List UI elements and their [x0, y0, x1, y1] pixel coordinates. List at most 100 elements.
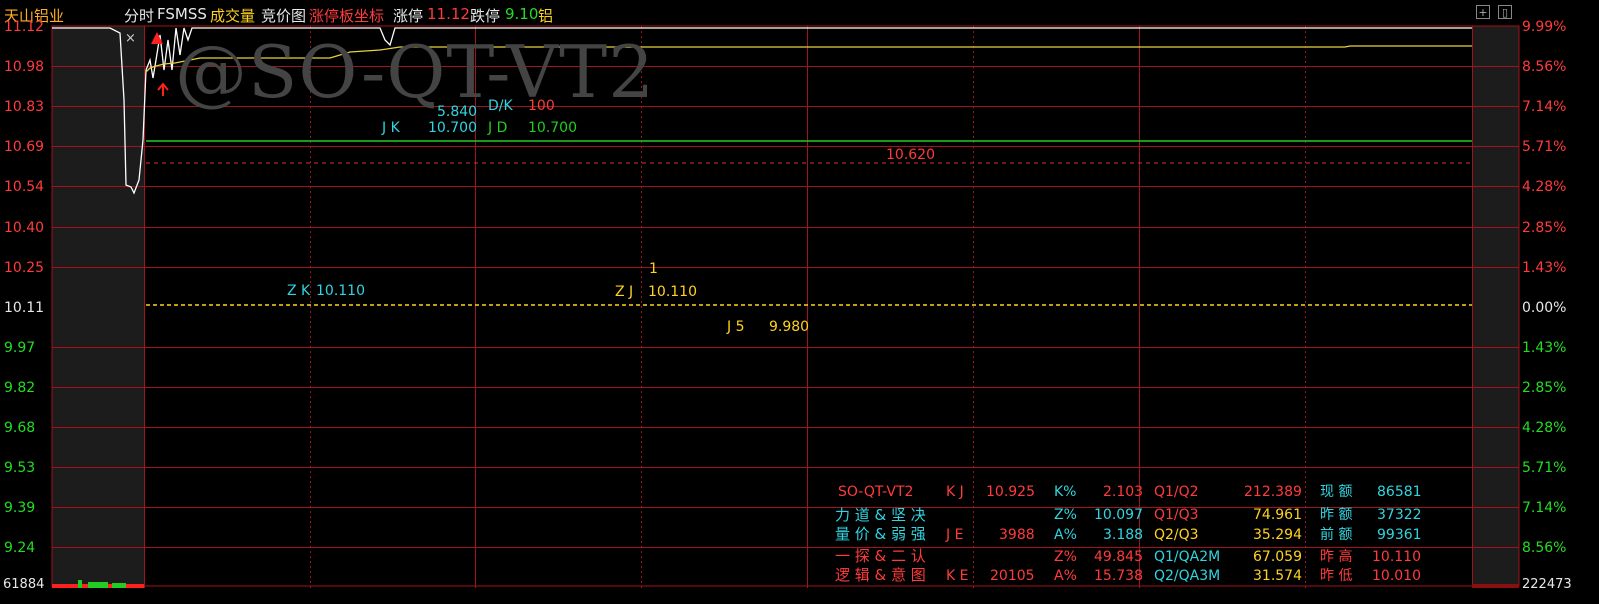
panel-kpct-label: K% — [1054, 484, 1077, 500]
panel-apct-value: 3.188 — [1103, 527, 1144, 543]
panel-q2qa3m-label: Q2/QA3M — [1154, 568, 1221, 584]
limit-down-value: 9.10 — [505, 5, 539, 23]
layout-icon[interactable]: ▯ — [1498, 5, 1512, 19]
price-axis-label: 9.39 — [4, 500, 36, 517]
zj-value: 10.110 — [648, 284, 697, 300]
tab-fsmss[interactable]: FSMSS — [157, 5, 207, 23]
panel-je-label: J E — [946, 527, 964, 543]
jk-value: 10.700 — [428, 120, 477, 136]
buy-arrow-icon — [157, 82, 169, 96]
percent-axis-label: 0.00% — [1522, 299, 1567, 316]
panel-zpct-value: 10.097 — [1094, 507, 1143, 523]
zj-mark: 1 — [649, 261, 658, 277]
percent-axis-label: 7.14% — [1522, 99, 1567, 116]
jd-value: 10.700 — [528, 120, 577, 136]
percent-axis-label: 4.28% — [1522, 179, 1567, 196]
chart-toolbar: 天山铝业 分时 FSMSS 成交量 竞价图 涨停板坐标 涨停 11.12 跌停 … — [0, 0, 1599, 26]
panel-q2q3-label: Q2/Q3 — [1154, 527, 1199, 543]
pre-market-panel — [52, 26, 144, 588]
post-market-panel — [1472, 26, 1519, 588]
panel-q1q3-label: Q1/Q3 — [1154, 507, 1199, 523]
percent-axis-label: 4.28% — [1522, 420, 1567, 436]
expand-icon[interactable]: + — [1476, 5, 1490, 19]
panel-lidao-label: 力 道 & 坚 决 — [835, 506, 926, 524]
panel-zuogao-label: 昨 高 — [1320, 549, 1353, 565]
price-axis-label: 10.83 — [4, 99, 45, 116]
volume-axis-right: 222473 — [1522, 577, 1572, 592]
panel-apct-label: A% — [1054, 527, 1077, 543]
panel-q1q2-label: Q1/Q2 — [1154, 484, 1199, 500]
panel-system-name: SO-QT-VT2 — [838, 484, 914, 500]
up-arrow-icon — [151, 32, 163, 44]
percent-axis-label: 5.71% — [1522, 460, 1567, 477]
zk-value: 10.110 — [316, 283, 365, 299]
percent-axis-label: 8.56% — [1522, 540, 1567, 557]
panel-ke-label: K E — [946, 568, 969, 584]
price-axis-label: 10.40 — [4, 219, 45, 236]
panel-q1q2-value: 212.389 — [1244, 484, 1302, 500]
panel-ke-value: 20105 — [990, 568, 1035, 584]
ref-level-value: 10.620 — [886, 147, 935, 163]
panel-q1qa2m-value: 67.059 — [1253, 549, 1302, 565]
price-axis-label: 9.97 — [4, 339, 36, 356]
percent-axis-label: 2.85% — [1522, 219, 1567, 236]
jk-label: J K — [382, 120, 400, 136]
percent-axis-label: 2.85% — [1522, 379, 1567, 396]
price-axis-label: 11.12 — [4, 19, 45, 35]
panel-kj-label: K J — [946, 484, 964, 500]
panel-qiane-label: 前 额 — [1320, 527, 1353, 543]
panel-zuodi-value: 10.010 — [1372, 568, 1421, 584]
zj-label: Z J — [615, 284, 634, 300]
panel-kpct-value: 2.103 — [1103, 484, 1144, 500]
panel-q1qa2m-label: Q1/QA2M — [1154, 549, 1221, 565]
limit-up-label: 涨停 — [393, 7, 424, 25]
percent-axis-label: 7.14% — [1522, 500, 1567, 517]
percent-axis-label: 9.99% — [1522, 19, 1567, 35]
tab-fenshi[interactable]: 分时 — [124, 5, 154, 26]
price-axis-label: 9.24 — [4, 540, 36, 557]
tab-volume[interactable]: 成交量 — [210, 5, 255, 26]
percent-axis-label: 1.43% — [1522, 259, 1567, 276]
panel-zuogao-value: 10.110 — [1372, 549, 1421, 565]
dk-value: 5.840 — [437, 104, 478, 120]
panel-kj-value: 10.925 — [986, 484, 1035, 500]
panel-xiane-value: 86581 — [1377, 484, 1422, 500]
panel-zuoe-label: 昨 额 — [1320, 507, 1353, 523]
dk-label: D/K — [488, 98, 513, 114]
price-axis-label: 10.54 — [4, 179, 45, 196]
limit-down-label: 跌停 — [470, 7, 501, 25]
price-axis-label: 9.68 — [4, 420, 36, 436]
percent-axis-label: 8.56% — [1522, 59, 1567, 76]
close-icon[interactable]: × — [125, 32, 136, 45]
price-axis-label: 9.82 — [4, 379, 36, 396]
panel-luoji-label: 逻 辑 & 意 图 — [835, 566, 926, 584]
j5-label: J 5 — [727, 319, 745, 335]
limit-up-value: 11.12 — [427, 5, 470, 23]
jd-label: J D — [488, 120, 508, 136]
dk-count: 100 — [528, 98, 555, 114]
price-axis-label: 10.69 — [4, 139, 45, 156]
sector-label[interactable]: 铝 — [538, 5, 553, 26]
chart-stage: @SO-QT-VT2 天山铝业 分时 FSMSS 成交量 竞价图 涨停板坐标 涨… — [0, 0, 1599, 604]
panel-q2qa3m-value: 31.574 — [1253, 568, 1302, 584]
percent-axis-label: 1.43% — [1522, 339, 1567, 356]
panel-qiane-value: 99361 — [1377, 527, 1422, 543]
j5-value: 9.980 — [769, 319, 810, 335]
panel-je-value: 3988 — [999, 527, 1035, 543]
panel-liangjia-label: 量 价 & 弱 强 — [835, 525, 926, 543]
panel-zpct-label: Z% — [1054, 507, 1077, 523]
price-axis-label: 10.25 — [4, 259, 45, 276]
panel-apct2-label: A% — [1054, 568, 1077, 584]
panel-zpct2-value: 49.845 — [1094, 549, 1143, 565]
watermark: @SO-QT-VT2 — [175, 30, 656, 114]
volume-axis-left: 61884 — [3, 577, 45, 592]
zk-label: Z K — [287, 283, 311, 299]
price-axis-label: 10.11 — [4, 299, 45, 316]
price-axis-label: 10.98 — [4, 59, 45, 76]
price-axis-label: 9.53 — [4, 460, 36, 477]
panel-yitan-label: 一 探 & 二 认 — [835, 547, 926, 565]
panel-apct2-value: 15.738 — [1094, 568, 1143, 584]
panel-zpct2-label: Z% — [1054, 549, 1077, 565]
tab-auction[interactable]: 竞价图 — [261, 5, 306, 26]
tab-limitup-coord[interactable]: 涨停板坐标 — [309, 5, 384, 26]
